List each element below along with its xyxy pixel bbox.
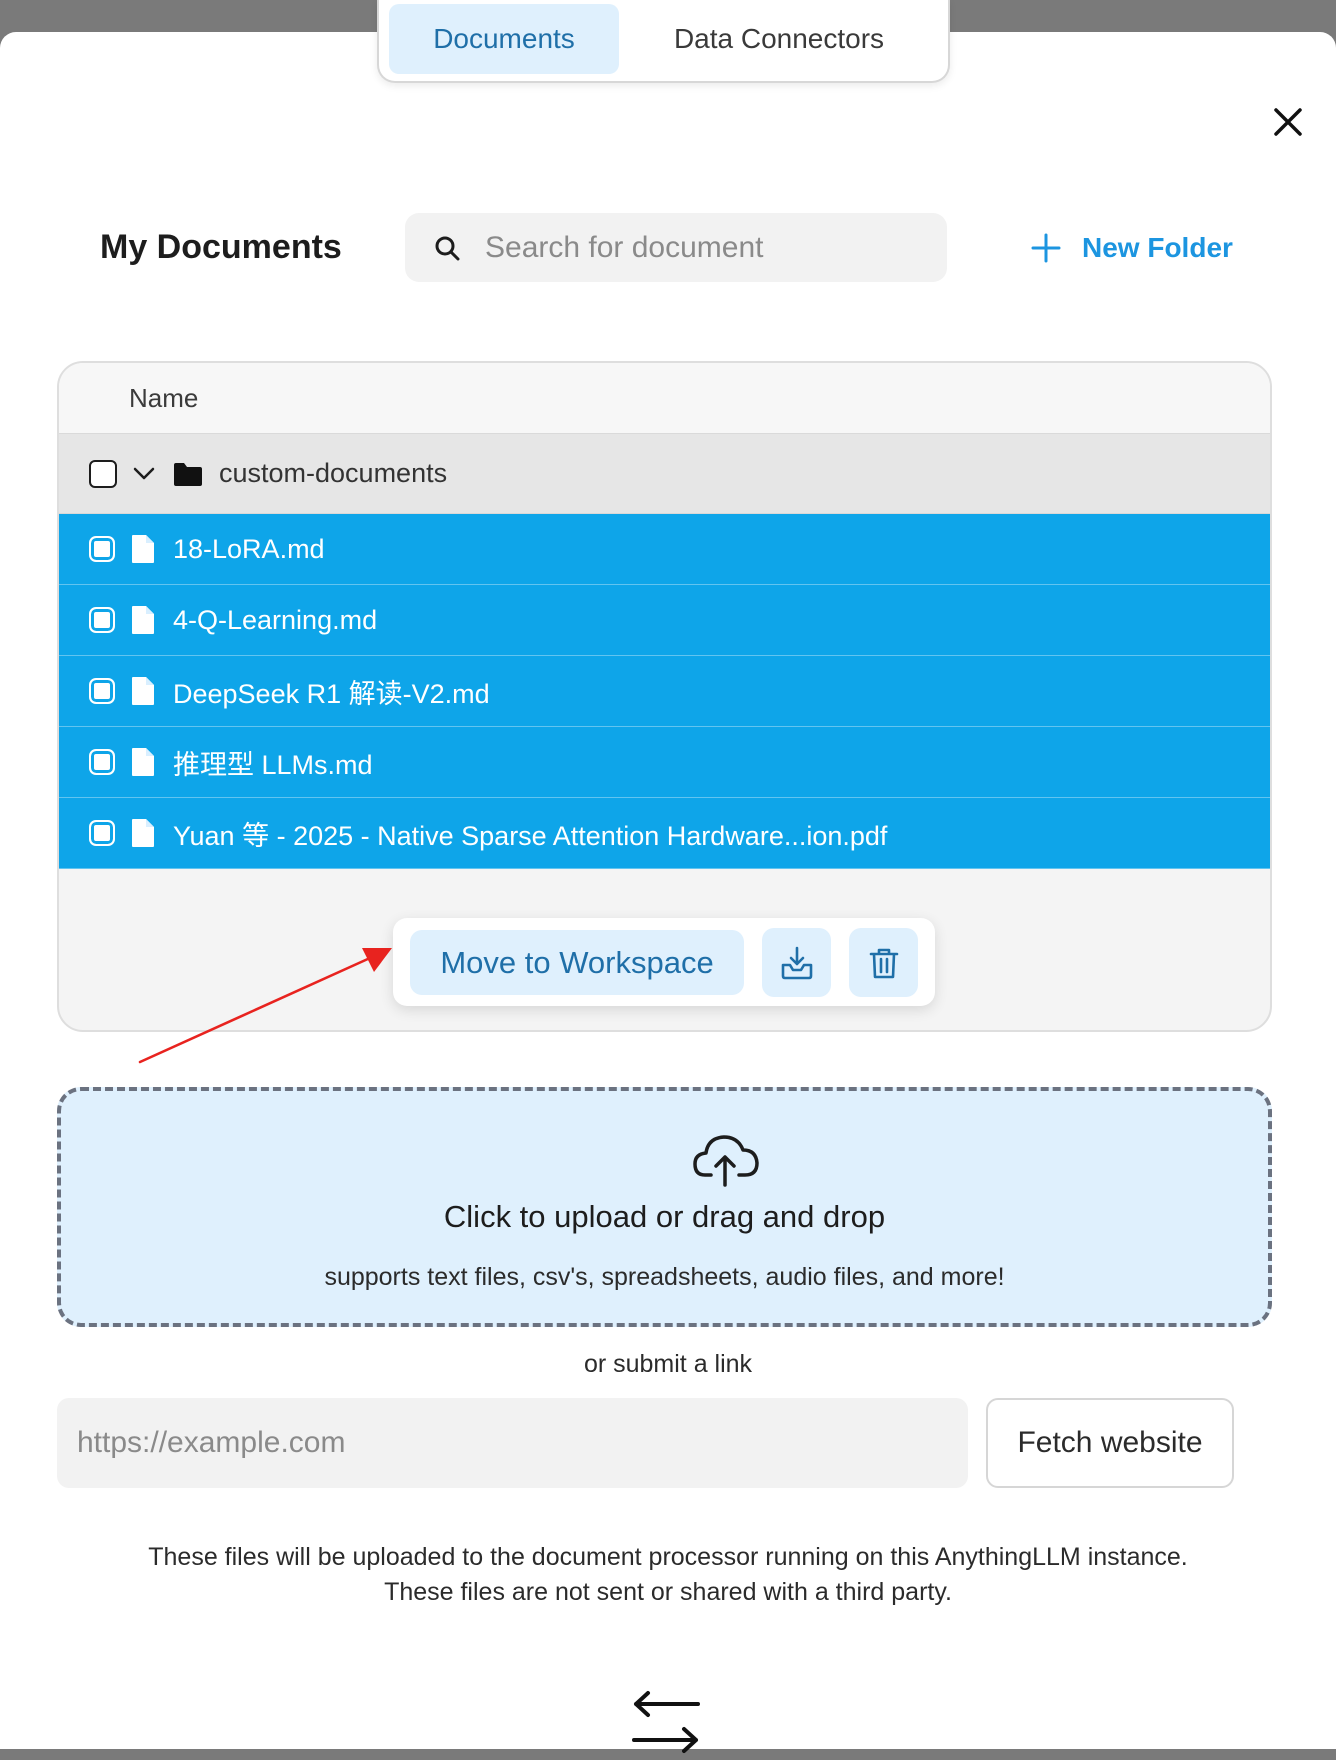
column-name-header: Name (129, 382, 199, 413)
file-row[interactable]: 18-LoRA.md (59, 514, 1270, 585)
file-checkbox[interactable] (89, 536, 115, 562)
tab-data-connectors[interactable]: Data Connectors (649, 4, 909, 74)
search-icon (435, 236, 460, 260)
file-row[interactable]: 推理型 LLMs.md (59, 727, 1270, 798)
file-name: DeepSeek R1 解读-V2.md (173, 678, 490, 709)
file-icon (132, 748, 154, 776)
file-checkbox[interactable] (89, 607, 115, 633)
notice-line-2: These files are not sent or shared with … (384, 1578, 952, 1606)
close-button[interactable] (1268, 102, 1308, 142)
file-icon (132, 535, 154, 563)
folder-row[interactable]: custom-documents (59, 434, 1270, 514)
download-tray-icon (781, 946, 812, 979)
or-submit-link-label: or submit a link (583, 1350, 753, 1378)
close-icon (1274, 108, 1302, 136)
trash-icon (869, 948, 898, 978)
file-row[interactable]: 4-Q-Learning.md (59, 585, 1270, 656)
file-name: 4-Q-Learning.md (173, 604, 378, 635)
cloud-upload-icon (693, 1135, 759, 1187)
plus-icon (1031, 233, 1061, 263)
file-name: 推理型 LLMs.md (173, 749, 373, 780)
file-checkbox[interactable] (89, 820, 115, 846)
download-button[interactable] (762, 928, 831, 997)
file-name: 18-LoRA.md (173, 533, 325, 564)
file-checkbox[interactable] (89, 749, 115, 775)
file-icon (132, 677, 154, 705)
selection-action-bar: Move to Workspace (393, 918, 935, 1006)
move-to-workspace-button[interactable]: Move to Workspace (410, 930, 744, 995)
chevron-down-icon[interactable] (131, 461, 157, 487)
upload-notice: These files will be uploaded to the docu… (0, 1540, 1336, 1610)
search-bar[interactable] (405, 213, 947, 282)
file-icon (132, 606, 154, 634)
url-input[interactable] (57, 1398, 968, 1488)
notice-line-1: These files will be uploaded to the docu… (148, 1543, 1188, 1571)
upload-dropzone[interactable]: Click to upload or drag and drop support… (57, 1087, 1272, 1327)
upload-title: Click to upload or drag and drop (443, 1199, 886, 1234)
file-checkbox[interactable] (89, 678, 115, 704)
page-title: My Documents (100, 228, 342, 266)
upload-subtitle: supports text files, csv's, spreadsheets… (324, 1263, 1005, 1291)
annotation-arrow (138, 948, 392, 1064)
fetch-website-button[interactable]: Fetch website (986, 1398, 1234, 1488)
search-input[interactable] (483, 229, 927, 266)
folder-icon (174, 462, 202, 486)
folder-checkbox[interactable] (89, 459, 117, 488)
folder-name: custom-documents (219, 458, 448, 488)
swap-arrows-icon[interactable] (628, 1690, 704, 1760)
file-icon (132, 819, 154, 847)
file-row[interactable]: DeepSeek R1 解读-V2.md (59, 656, 1270, 727)
file-row[interactable]: Yuan 等 - 2025 - Native Sparse Attention … (59, 798, 1270, 869)
tab-bar: Documents Data Connectors (377, 0, 950, 83)
new-folder-button[interactable]: New Folder (1030, 228, 1233, 268)
tab-documents[interactable]: Documents (389, 4, 619, 74)
document-manager-modal: My Documents New Folder Name custom-docu… (0, 32, 1336, 1753)
file-name: Yuan 等 - 2025 - Native Sparse Attention … (173, 820, 888, 851)
delete-button[interactable] (849, 928, 918, 997)
table-header: Name (59, 363, 1270, 434)
new-folder-label: New Folder (1082, 232, 1233, 263)
